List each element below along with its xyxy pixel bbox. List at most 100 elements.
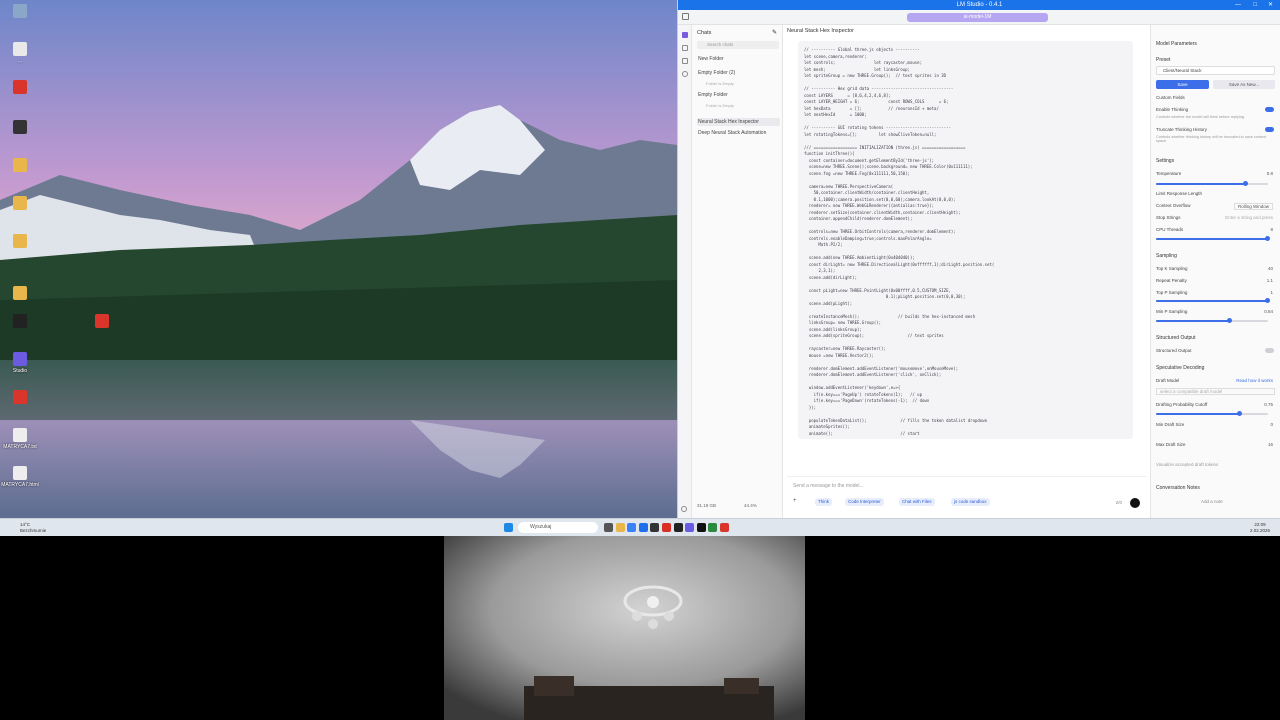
context-overflow-label: Context Overflow [1156, 203, 1191, 208]
tool-chip[interactable]: js code sandbox [951, 498, 990, 506]
desktop-icon[interactable] [0, 314, 40, 330]
desktop-icon[interactable] [0, 120, 40, 136]
drafting-prob-slider[interactable] [1156, 411, 1268, 416]
token-count: 2/0 [1115, 500, 1122, 505]
taskbar-search[interactable]: Wyszukaj [518, 522, 598, 533]
save-button[interactable]: Save [1156, 80, 1209, 89]
code-line: function initThree(){ [804, 151, 855, 156]
desktop-icon[interactable]: MATRYCA7.txt [0, 428, 40, 450]
slider-knob[interactable] [1237, 411, 1242, 416]
file-icon [13, 4, 27, 18]
folder-icon[interactable] [681, 58, 688, 64]
slider-knob[interactable] [1226, 318, 1232, 323]
file-icon [13, 286, 27, 300]
stop-strings-input[interactable]: Enter a string and press [1225, 215, 1273, 220]
explorer-icon[interactable] [615, 523, 625, 532]
tool-chip[interactable]: Code Interpreter [845, 498, 884, 506]
draft-model-select[interactable]: select a compatible draft model [1156, 388, 1275, 395]
structured-output-toggle[interactable] [1265, 348, 1274, 353]
desktop-icon[interactable] [0, 196, 40, 212]
slider-knob[interactable] [1265, 236, 1270, 241]
repeat-penalty-value[interactable]: 1.1 [1267, 278, 1273, 283]
search-icon[interactable] [681, 71, 688, 77]
code-line: renderer.domElement.addEventListener('cl… [804, 372, 942, 377]
preset-select[interactable]: Client/Neural Stack [1156, 66, 1275, 75]
desktop-icon[interactable] [0, 234, 40, 250]
close-icon[interactable]: ✕ [1268, 0, 1273, 10]
settings-icon[interactable] [681, 506, 687, 512]
read-how-link[interactable]: Read how it works [1236, 378, 1273, 383]
slider-knob[interactable] [1242, 181, 1248, 186]
lm-studio-icon[interactable] [685, 523, 695, 532]
chat-item[interactable]: Deep Neural Stack Automation [698, 130, 766, 136]
code-line: scene=new THREE.Scene();scene.background… [804, 164, 973, 169]
chat-icon[interactable] [681, 32, 688, 38]
save-as-button[interactable]: Save As New... [1213, 80, 1275, 89]
add-icon[interactable]: + [793, 498, 797, 504]
min-p-value[interactable]: 0.84 [1264, 309, 1273, 314]
nav-rail [678, 25, 692, 518]
min-p-slider[interactable] [1156, 318, 1268, 323]
task-view-icon[interactable] [604, 523, 613, 532]
desktop-icon[interactable] [0, 286, 40, 302]
message-input[interactable]: Send a message to the model... [793, 483, 864, 489]
clock[interactable]: 22:09 2.02.2026 [1250, 522, 1270, 534]
code-line: 0.1);pLight.position.set(0,0,30); [804, 294, 966, 299]
sidebar-toggle-icon[interactable] [682, 13, 689, 20]
desktop-icon[interactable] [0, 4, 40, 20]
store-icon[interactable] [638, 523, 648, 532]
code-line: // ---------- GUI rotating tokens ------… [804, 125, 951, 130]
context-overflow-select[interactable]: Rolling Window [1233, 203, 1273, 210]
limit-response-label: Limit Response Length [1156, 191, 1203, 196]
max-draft-value[interactable]: 16 [1268, 442, 1273, 447]
weather-widget[interactable]: 14°C Bezchmurnie [6, 522, 46, 534]
add-note-button[interactable]: Add a note [1201, 499, 1223, 504]
temperature-value[interactable]: 0.8 [1267, 171, 1273, 176]
terminal-icon[interactable] [681, 45, 688, 51]
cpu-threads-value[interactable]: 8 [1270, 227, 1273, 232]
chat-title[interactable]: Neural Stack Hex Inspector [787, 28, 854, 34]
desktop-icon[interactable]: MATRYCA7.html [0, 466, 40, 488]
desktop-icon[interactable]: ... [0, 42, 40, 64]
drafting-prob-value[interactable]: 0.75 [1264, 402, 1273, 407]
slider-knob[interactable] [1265, 298, 1270, 303]
desktop-icon[interactable] [0, 80, 40, 96]
chrome-icon[interactable] [662, 523, 671, 532]
save-as-label: Save As New... [1228, 82, 1260, 87]
maximize-icon[interactable]: □ [1253, 0, 1257, 10]
brave-icon[interactable] [720, 523, 729, 532]
obs-icon[interactable] [650, 523, 660, 532]
desktop-icon[interactable] [0, 158, 40, 174]
desktop-icon[interactable] [0, 390, 40, 406]
folder-item-1[interactable]: Empty Folder (2) [698, 70, 735, 76]
enable-thinking-toggle[interactable] [1265, 107, 1274, 112]
minimize-icon[interactable]: — [1235, 0, 1241, 10]
truncate-thinking-toggle[interactable] [1265, 127, 1274, 132]
cmd-icon[interactable] [696, 523, 706, 532]
top-k-value[interactable]: 40 [1268, 266, 1273, 271]
visualize-label[interactable]: Visualize accepted draft tokens [1156, 462, 1218, 467]
min-draft-value[interactable]: 0 [1270, 422, 1273, 427]
top-p-value[interactable]: 1 [1270, 290, 1273, 295]
tool-chip[interactable]: Think [815, 498, 833, 506]
mail-icon[interactable] [627, 523, 637, 532]
start-icon[interactable] [504, 523, 513, 532]
enable-thinking-label: Enable Thinking [1156, 107, 1189, 112]
search-chats-input[interactable]: Search chats [697, 41, 779, 49]
cpu-threads-slider[interactable] [1156, 236, 1270, 241]
new-folder-button[interactable]: New Folder [698, 56, 724, 62]
desktop-icon[interactable] [82, 314, 122, 330]
panel-title: Model Parameters [1156, 41, 1197, 47]
tool-chip[interactable]: Chat with Files [899, 498, 935, 506]
webcam-feed [444, 536, 805, 720]
folder-item-2[interactable]: Empty Folder [698, 92, 728, 98]
model-selector[interactable]: ai-model-1M [907, 13, 1048, 22]
desktop-icon[interactable]: Studio [0, 352, 40, 374]
new-chat-icon[interactable]: ✎ [772, 29, 777, 36]
send-button[interactable] [1130, 498, 1140, 508]
temperature-slider[interactable] [1156, 181, 1268, 186]
top-p-slider[interactable] [1156, 298, 1270, 303]
excel-icon[interactable] [708, 523, 718, 532]
terminal-icon[interactable] [673, 523, 683, 532]
chat-item-active[interactable]: Neural Stack Hex Inspector [698, 119, 759, 125]
